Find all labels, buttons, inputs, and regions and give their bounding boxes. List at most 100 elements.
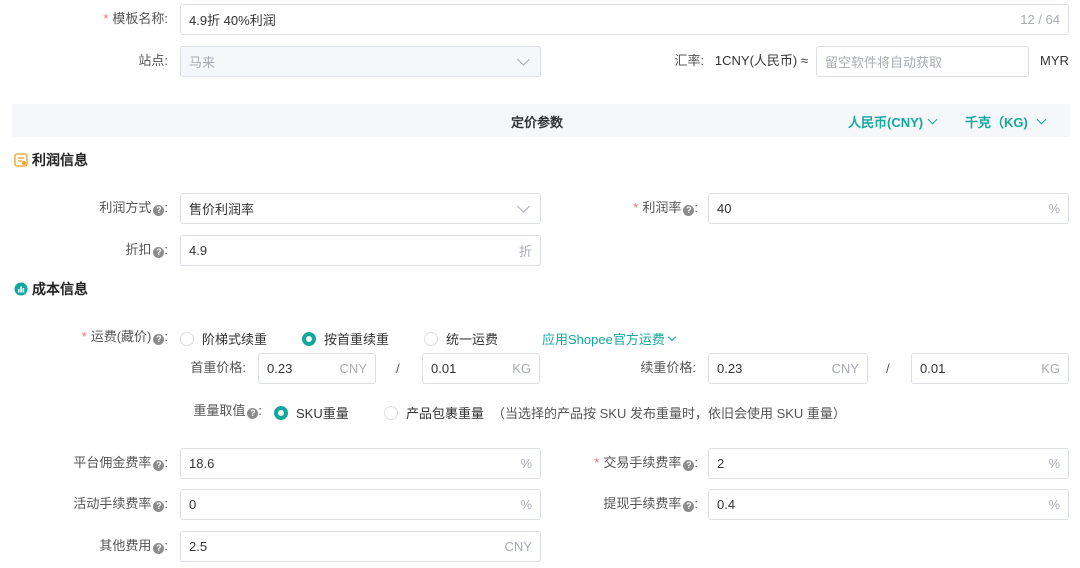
exchange-rate-placeholder: 留空软件将自动获取 <box>825 55 943 70</box>
weight-source-label-text: 重量取值 <box>193 403 246 418</box>
cost-section-text: 成本信息 <box>32 281 88 297</box>
site-select[interactable]: 马来 <box>180 46 541 77</box>
withdraw-label-text: 提现手续费率 <box>603 496 682 511</box>
shopee-shipping-link[interactable]: 应用Shopee官方运费 <box>542 329 677 348</box>
withdraw-label: 提现手续费率?: <box>603 496 698 512</box>
other-fee-unit: CNY <box>504 539 532 554</box>
exchange-label-text: 汇率: <box>674 53 705 68</box>
help-icon[interactable]: ? <box>683 205 695 216</box>
exchange-label: 汇率: 1CNY(人民币) ≈ <box>600 46 808 76</box>
transaction-label-text: 交易手续费率 <box>603 455 682 470</box>
commission-label-text: 平台佣金费率 <box>73 455 152 470</box>
cont-price-value: 0.23 <box>717 361 743 376</box>
template-name-label: * 模板名称: <box>103 11 168 26</box>
first-price-label: 首重价格: <box>190 360 246 375</box>
help-icon[interactable]: ? <box>683 501 695 512</box>
shopee-shipping-link-text: 应用Shopee官方运费 <box>542 332 665 347</box>
chevron-down-icon <box>517 52 530 66</box>
cont-price-input[interactable]: 0.23 CNY <box>708 353 868 384</box>
discount-input[interactable]: 4.9 折 <box>180 235 541 266</box>
other-fee-input[interactable]: 2.5 CNY <box>180 531 541 562</box>
shipping-option-flat[interactable]: 统一运费 <box>424 329 498 348</box>
pricing-header-title: 定价参数 <box>511 115 564 130</box>
first-price-unit: CNY <box>339 361 367 376</box>
radio-selected-icon <box>302 331 316 346</box>
site-value: 马来 <box>189 55 216 70</box>
weight-unit-value: 千克（KG) <box>965 115 1028 130</box>
weight-source-label: 重量取值?: <box>193 403 262 419</box>
help-icon[interactable]: ? <box>247 408 259 419</box>
cont-price-label: 续重价格: <box>640 360 696 375</box>
profit-method-select[interactable]: 售价利润率 <box>180 193 541 224</box>
template-name-count: 12 / 64 <box>1020 12 1060 27</box>
site-label: 站点: <box>138 53 168 68</box>
profit-rate-label-text: 利润率 <box>642 200 682 215</box>
first-price-value: 0.23 <box>267 361 293 376</box>
activity-value: 0 <box>189 497 197 512</box>
template-name-value: 4.9折 40%利润 <box>189 13 276 28</box>
first-weight-unit: KG <box>512 361 531 376</box>
discount-value: 4.9 <box>189 243 208 258</box>
cost-chart-icon <box>14 282 28 296</box>
shipping-label-text: 运费(藏价) <box>90 329 152 344</box>
commission-suffix: % <box>520 456 532 471</box>
discount-label: 折扣?: <box>125 242 168 258</box>
exchange-rate-input[interactable]: 留空软件将自动获取 <box>816 46 1029 77</box>
help-icon[interactable]: ? <box>153 501 165 512</box>
profit-rate-input[interactable]: 40 % <box>708 193 1069 224</box>
commission-value: 18.6 <box>189 456 215 471</box>
withdraw-input[interactable]: 0.4 % <box>708 489 1069 520</box>
chevron-down-icon <box>927 114 938 125</box>
commission-input[interactable]: 18.6 % <box>180 448 541 479</box>
first-weight-value: 0.01 <box>431 361 457 376</box>
first-price-input[interactable]: 0.23 CNY <box>258 353 376 384</box>
chevron-down-icon <box>517 199 530 213</box>
cont-price-unit: CNY <box>831 361 859 376</box>
shipping-option-tiered[interactable]: 阶梯式续重 <box>180 329 267 348</box>
help-icon[interactable]: ? <box>153 247 165 258</box>
shipping-option-first-weight[interactable]: 按首重续重 <box>302 329 389 348</box>
help-icon[interactable]: ? <box>153 543 165 554</box>
radio-selected-icon <box>274 405 288 420</box>
weight-option-label: 产品包裹重量 <box>406 406 485 421</box>
radio-icon <box>180 331 194 346</box>
radio-icon <box>424 331 438 346</box>
shipping-label: * 运费(藏价)?: <box>81 329 168 345</box>
cont-weight-input[interactable]: 0.01 KG <box>911 353 1069 384</box>
weight-unit-select[interactable]: 千克（KG) <box>965 112 1047 131</box>
chevron-down-icon <box>1036 114 1047 125</box>
profit-method-label: 利润方式?: <box>99 200 168 216</box>
profit-section-title: 利润信息 <box>14 150 88 170</box>
profit-rate-label: * 利润率?: <box>633 200 698 216</box>
cost-section-title: 成本信息 <box>14 279 88 299</box>
help-icon[interactable]: ? <box>683 460 695 471</box>
discount-suffix: 折 <box>518 244 532 259</box>
help-icon[interactable]: ? <box>153 334 165 345</box>
first-weight-input[interactable]: 0.01 KG <box>422 353 540 384</box>
shipping-option-label: 按首重续重 <box>324 332 390 347</box>
first-slash: / <box>396 361 400 376</box>
transaction-suffix: % <box>1048 456 1060 471</box>
help-icon[interactable]: ? <box>153 460 165 471</box>
other-fee-label: 其他费用?: <box>99 538 168 554</box>
profit-rate-suffix: % <box>1048 201 1060 216</box>
exchange-unit: MYR <box>1040 53 1069 68</box>
other-fee-value: 2.5 <box>189 539 208 554</box>
cont-weight-value: 0.01 <box>920 361 946 376</box>
transaction-input[interactable]: 2 % <box>708 448 1069 479</box>
template-name-input[interactable]: 4.9折 40%利润 12 / 64 <box>180 4 1069 35</box>
weight-option-sku[interactable]: SKU重量 <box>274 403 349 422</box>
chevron-down-icon <box>667 332 677 341</box>
shipping-option-label: 阶梯式续重 <box>202 332 268 347</box>
withdraw-suffix: % <box>1048 497 1060 512</box>
weight-option-package[interactable]: 产品包裹重量 （当选择的产品按 SKU 发布重量时，依旧会使用 SKU 重量） <box>384 403 846 422</box>
help-icon[interactable]: ? <box>153 205 165 216</box>
activity-input[interactable]: 0 % <box>180 489 541 520</box>
weight-note: （当选择的产品按 SKU 发布重量时，依旧会使用 SKU 重量） <box>492 406 846 421</box>
withdraw-value: 0.4 <box>717 497 736 512</box>
profit-section-text: 利润信息 <box>32 152 88 168</box>
cont-slash: / <box>886 361 890 376</box>
currency-select[interactable]: 人民币(CNY) <box>848 112 938 131</box>
radio-icon <box>384 405 398 420</box>
activity-label: 活动手续费率?: <box>73 496 168 512</box>
